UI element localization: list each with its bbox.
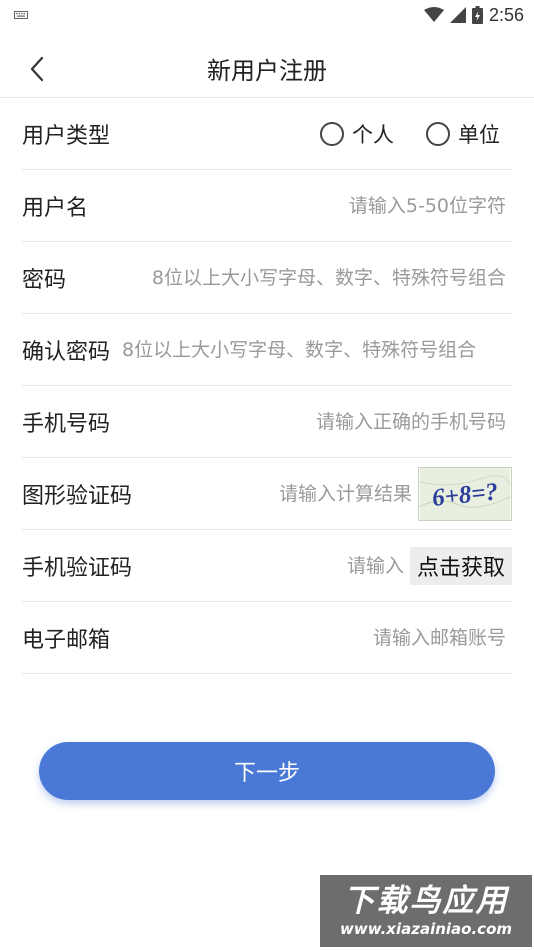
battery-icon (471, 6, 483, 24)
status-time: 2:56 (488, 4, 524, 25)
get-sms-code-button[interactable]: 点击获取 (409, 546, 512, 585)
row-password: 密码 (22, 242, 512, 314)
sms-code-input[interactable] (132, 554, 410, 577)
back-button[interactable] (22, 54, 52, 84)
row-sms-code: 手机验证码 点击获取 (22, 530, 512, 602)
radio-circle-icon (320, 121, 344, 146)
chevron-left-icon (30, 56, 44, 82)
phone-input[interactable] (110, 410, 512, 433)
row-confirm-password: 确认密码 (22, 314, 512, 386)
user-type-label: 用户类型 (22, 123, 111, 149)
page-title: 新用户注册 (207, 57, 327, 85)
radio-personal-label: 个人 (352, 122, 394, 147)
username-label: 用户名 (22, 195, 89, 221)
user-type-radio-group: 个人 单位 (320, 119, 512, 149)
watermark-logo: 下载鸟应用 www.xiazainiao.com (320, 875, 532, 947)
radio-personal[interactable]: 个人 (320, 119, 394, 149)
radio-organization-label: 单位 (458, 122, 500, 147)
row-username: 用户名 (22, 170, 512, 242)
captcha-image[interactable]: 6+8=? (418, 466, 512, 521)
row-captcha: 图形验证码 6+8=? (22, 458, 512, 530)
radio-circle-icon (426, 121, 450, 146)
email-label: 电子邮箱 (22, 627, 111, 653)
captcha-input[interactable] (132, 482, 418, 505)
watermark-url: www.xiazainiao.com (339, 920, 513, 938)
password-input[interactable] (66, 266, 512, 289)
status-icons: 2:56 (423, 4, 524, 26)
confirm-password-input[interactable] (110, 338, 512, 361)
status-bar: 2:56 (0, 0, 534, 30)
register-form: 用户类型 个人 单位 用户名 密码 确认密码 手机号码 图形验证码 (22, 98, 512, 674)
signal-icon (449, 7, 466, 23)
row-email: 电子邮箱 (22, 602, 512, 674)
row-phone: 手机号码 (22, 386, 512, 458)
confirm-password-label: 确认密码 (22, 339, 111, 365)
password-label: 密码 (22, 267, 67, 293)
phone-label: 手机号码 (22, 411, 111, 437)
radio-organization[interactable]: 单位 (426, 119, 500, 149)
row-user-type: 用户类型 个人 单位 (22, 98, 512, 170)
email-input[interactable] (110, 626, 512, 649)
keyboard-icon (14, 11, 28, 19)
app-bar: 新用户注册 (0, 40, 534, 98)
watermark-title: 下载鸟应用 (343, 883, 509, 919)
sms-code-label: 手机验证码 (22, 555, 133, 581)
username-input[interactable] (88, 194, 512, 217)
captcha-label: 图形验证码 (22, 483, 133, 509)
wifi-icon (423, 7, 444, 22)
next-step-button[interactable]: 下一步 (39, 742, 495, 800)
